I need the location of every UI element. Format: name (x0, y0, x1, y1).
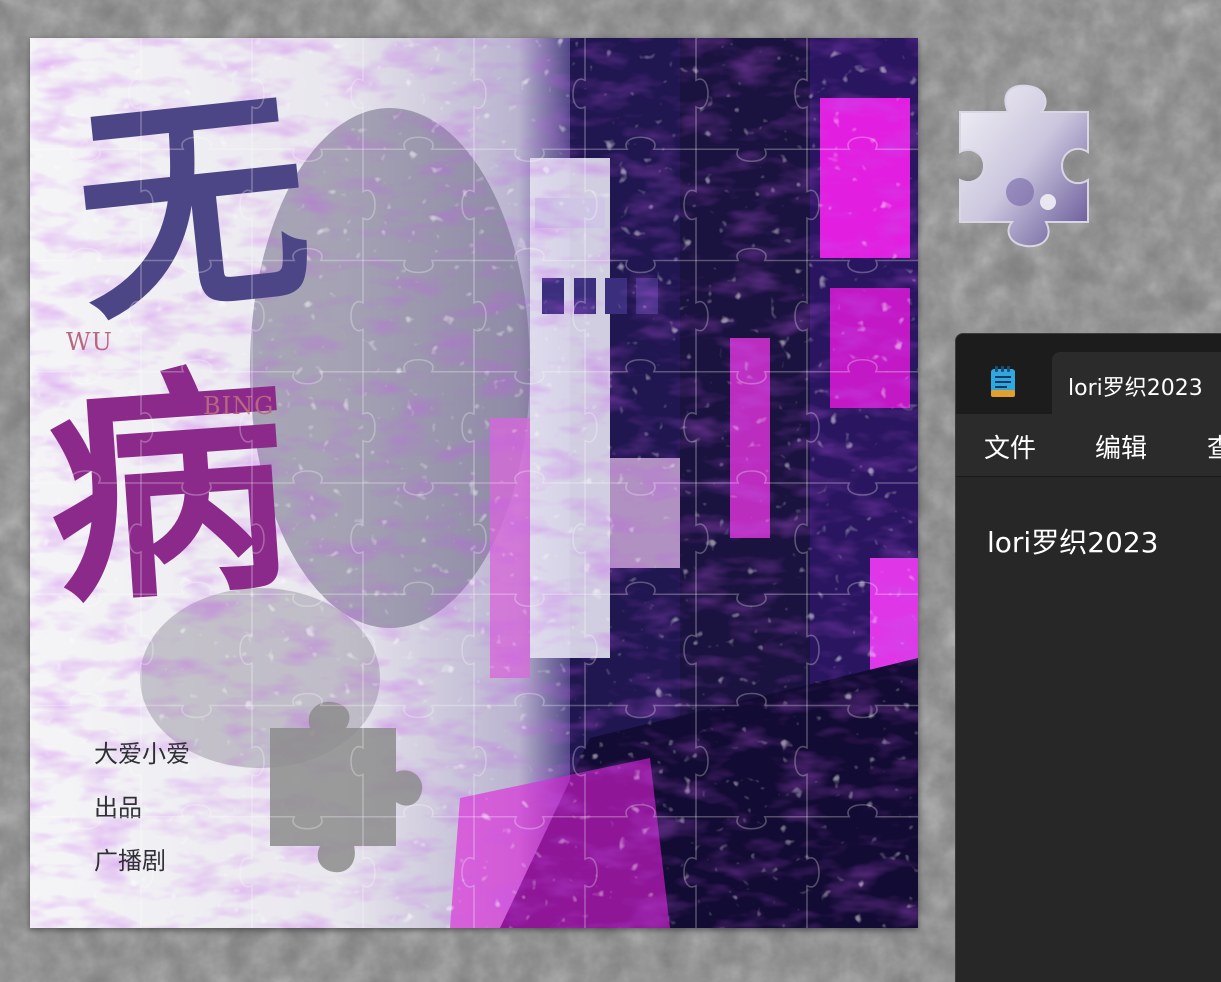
cover-credit-line: 广播剧 (94, 847, 166, 875)
notepad-menu-bar: 文件 编辑 查 (956, 414, 1221, 477)
menu-edit[interactable]: 编辑 (1095, 428, 1147, 465)
notepad-app-icon (991, 366, 1015, 397)
notepad-text-content[interactable]: lori罗织2023 (987, 521, 1158, 561)
puzzle-board[interactable]: 无 病 WU BING 大爱小爱 出品 广播剧 (30, 38, 918, 928)
notepad-tab-bar: lori罗织2023 (956, 334, 1221, 414)
notepad-editor[interactable]: lori罗织2023 (956, 477, 1221, 982)
menu-view[interactable]: 查 (1207, 428, 1221, 465)
cover-pinyin-1: WU (66, 328, 113, 356)
puzzle-desktop: 无 病 WU BING 大爱小爱 出品 广播剧 lori罗织2023 文件 编辑… (0, 0, 1221, 982)
notepad-tab-title: lori罗织2023 (1068, 376, 1203, 401)
cover-pinyin-2: BING (203, 392, 275, 420)
menu-file[interactable]: 文件 (984, 428, 1036, 465)
cover-title-char-1: 无 (64, 61, 322, 355)
notepad-window[interactable]: lori罗织2023 文件 编辑 查 lori罗织2023 (955, 333, 1221, 982)
notepad-tab[interactable]: lori罗织2023 (1052, 352, 1221, 414)
cover-credit-line: 出品 (94, 794, 142, 822)
cover-credit-line: 大爱小爱 (94, 740, 190, 768)
loose-puzzle-piece[interactable] (950, 82, 1098, 250)
